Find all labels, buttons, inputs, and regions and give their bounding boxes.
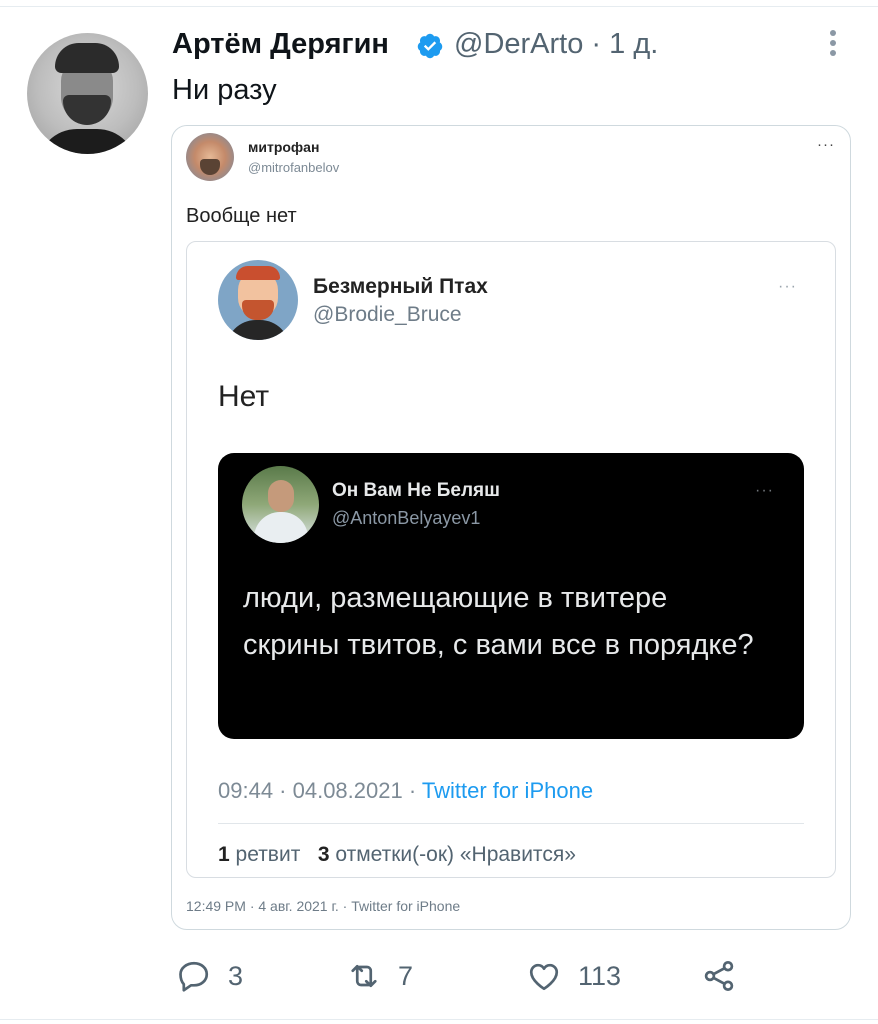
quote2-source: Twitter for iPhone	[421, 778, 594, 803]
quote1-text: Вообще нет	[186, 205, 297, 227]
quote1-handle: @mitrofanbelov	[248, 160, 340, 175]
quote1-avatar	[186, 133, 234, 181]
top-divider	[0, 6, 878, 7]
retweet-count: 7	[398, 960, 414, 991]
quote2-retweets-count: 1	[218, 843, 230, 866]
author-meta: @DerArto · 1 д.	[454, 28, 658, 61]
quote2-handle: @Brodie_Bruce	[313, 303, 462, 326]
quote2-author-name: Безмерный Птах	[313, 275, 488, 298]
like-button[interactable]: 113	[526, 956, 621, 996]
quote2-likes-count: 3	[317, 843, 330, 866]
quote3-avatar	[242, 466, 319, 543]
quote2-timestamp: 09:44 · 04.08.2021 · Twitter for iPhone	[218, 778, 593, 804]
author-avatar[interactable]	[27, 33, 148, 154]
share-icon	[704, 961, 734, 991]
reply-icon	[179, 961, 209, 992]
quote2-likes-label: отметки(-ок) «Нравится»	[335, 843, 576, 866]
quote2-stats: 1 ретвит 3 отметки(-ок) «Нравится»	[218, 843, 576, 867]
retweet-button[interactable]: 7	[346, 956, 413, 996]
quote3-handle: @AntonBelyayev1	[332, 508, 481, 528]
quote1-footer: 12:49 PM · 4 авг. 2021 г. · Twitter for …	[186, 898, 461, 914]
quote3-author-name: Он Вам Не Беляш	[332, 480, 500, 501]
tweet-text: Ни разу	[172, 74, 277, 106]
author-name[interactable]: Артём Дерягин	[172, 28, 389, 61]
like-count: 113	[578, 960, 622, 991]
quote2-divider	[218, 823, 804, 824]
quote3-more-icon: ···	[755, 482, 774, 499]
share-button[interactable]	[701, 956, 737, 996]
retweet-icon	[351, 964, 377, 988]
verified-badge-icon	[417, 33, 443, 59]
quote2-retweets-label: ретвит	[235, 843, 301, 866]
quote1-author-name: митрофан	[248, 139, 320, 155]
bottom-divider	[0, 1019, 878, 1020]
quote1-more-icon: ···	[817, 136, 835, 153]
quote2-text: Нет	[218, 380, 270, 413]
heart-icon	[529, 963, 559, 991]
quote2-avatar	[218, 260, 298, 340]
reply-button[interactable]: 3	[176, 956, 243, 996]
quote2-more-icon: ···	[778, 278, 797, 295]
author-handle[interactable]: @DerArto	[454, 28, 583, 60]
tweet-time[interactable]: · 1 д.	[591, 28, 658, 60]
more-vertical-icon[interactable]	[826, 30, 840, 64]
quote3-text: люди, размещающие в твитере скрины твито…	[243, 582, 754, 661]
quote2-time: 09:44 · 04.08.2021 ·	[218, 778, 422, 803]
reply-count: 3	[228, 960, 244, 991]
